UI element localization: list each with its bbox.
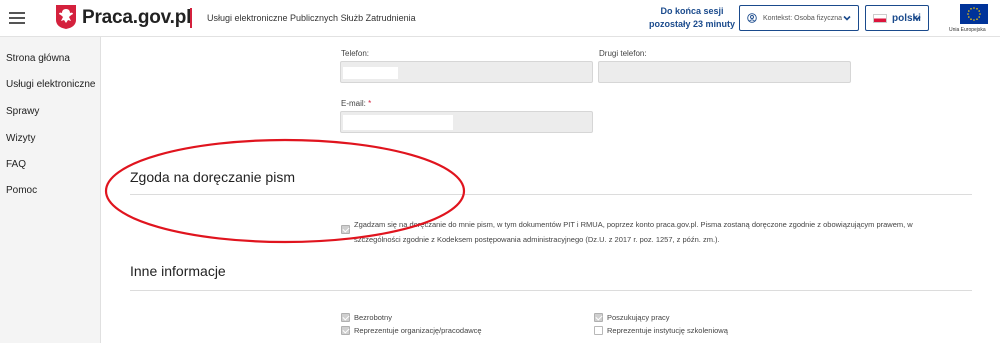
redacted-value — [343, 115, 453, 130]
logo-divider — [190, 8, 192, 28]
phone2-field[interactable] — [598, 61, 851, 83]
polish-eagle-emblem — [56, 5, 76, 29]
consent-checkbox[interactable] — [341, 225, 350, 234]
sidebar-item-cases[interactable]: Sprawy — [6, 106, 39, 117]
represents-training-institution-label: Reprezentuje instytucję szkoleniową — [607, 326, 728, 335]
polish-flag-icon — [873, 13, 887, 23]
user-circle-icon — [747, 13, 757, 23]
job-seeker-checkbox[interactable] — [594, 313, 603, 322]
job-seeker-label: Poszukujący pracy — [607, 313, 670, 322]
represents-training-institution-checkbox[interactable] — [594, 326, 603, 335]
top-header: Praca.gov.pl Usługi elektroniczne Public… — [0, 0, 1000, 37]
sidebar-item-help[interactable]: Pomoc — [6, 185, 37, 196]
redacted-value — [343, 67, 398, 79]
sidebar-item-home[interactable]: Strona główna — [6, 53, 70, 64]
unemployed-label: Bezrobotny — [354, 313, 392, 322]
session-timer: Do końca sesji pozostały 23 minuty — [649, 5, 735, 31]
phone2-label: Drugi telefon: — [599, 49, 647, 58]
email-label: E-mail: * — [341, 99, 371, 108]
section-divider — [130, 290, 972, 291]
phone-field[interactable] — [340, 61, 593, 83]
eu-flag-icon — [960, 4, 988, 24]
sidebar: Strona główna Usługi elektroniczne Spraw… — [0, 37, 101, 343]
hamburger-icon[interactable] — [9, 12, 25, 24]
consent-text: Zgadzam się na doręczanie do mnie pism, … — [354, 220, 913, 244]
represents-employer-checkbox[interactable] — [341, 326, 350, 335]
sidebar-item-faq[interactable]: FAQ — [6, 159, 26, 170]
session-timer-line1: Do końca sesji — [660, 6, 724, 16]
site-logo-text[interactable]: Praca.gov.pl — [82, 7, 191, 29]
language-selector[interactable]: polski — [865, 5, 929, 31]
service-title: Usługi elektroniczne Publicznych Służb Z… — [207, 13, 416, 23]
represents-employer-label: Reprezentuje organizację/pracodawcę — [354, 326, 482, 335]
session-timer-line2: pozostały 23 minuty — [649, 19, 736, 29]
chevron-down-icon — [913, 15, 921, 21]
unemployed-checkbox[interactable] — [341, 313, 350, 322]
sidebar-item-e-services[interactable]: Usługi elektroniczne — [6, 79, 96, 90]
eu-label: Unia Europejska — [949, 27, 986, 33]
section-divider — [130, 194, 972, 195]
phone-label: Telefon: — [341, 49, 370, 58]
email-label-text: E-mail: — [341, 99, 366, 108]
other-info-section-title: Inne informacje — [130, 263, 226, 279]
consent-section-title: Zgoda na doręczanie pism — [130, 169, 295, 185]
context-label: Kontekst: Osoba fizyczna — [763, 14, 842, 22]
required-mark: * — [368, 99, 372, 108]
chevron-down-icon — [843, 15, 851, 21]
sidebar-item-visits[interactable]: Wizyty — [6, 133, 35, 144]
email-field[interactable] — [340, 111, 593, 133]
context-selector[interactable]: Kontekst: Osoba fizyczna — [739, 5, 859, 31]
